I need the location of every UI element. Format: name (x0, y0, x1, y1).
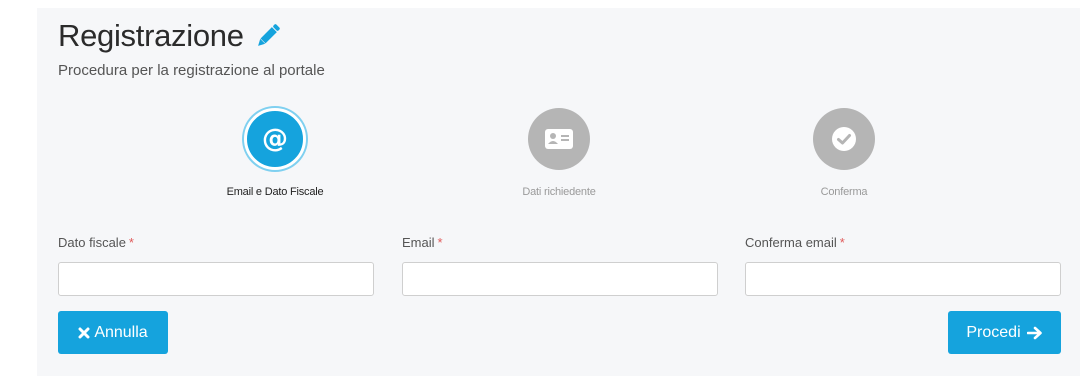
page-subtitle: Procedura per la registrazione al portal… (58, 62, 325, 79)
email-input[interactable] (402, 262, 718, 296)
conferma-email-input[interactable] (745, 262, 1061, 296)
pencil-icon (257, 24, 280, 46)
required-marker: * (437, 235, 443, 250)
conferma-email-label: Conferma email * (745, 235, 845, 250)
cancel-button[interactable]: Annulla (58, 311, 168, 354)
step-label: Dati richiedente (522, 186, 596, 198)
dato-fiscale-label: Dato fiscale * (58, 235, 134, 250)
step-label: Email e Dato Fiscale (226, 186, 324, 198)
step-circle-inactive (528, 108, 590, 170)
page-title: Registrazione (58, 18, 244, 53)
step-dati-richiedente: Dati richiedente (449, 108, 669, 198)
close-icon (78, 327, 90, 338)
cancel-button-label: Annulla (94, 323, 148, 341)
check-icon (832, 127, 856, 151)
step-conferma: Conferma (734, 108, 954, 198)
step-label: Conferma (820, 186, 868, 198)
field-label-text: Dato fiscale (58, 235, 126, 250)
step-circle-inactive (813, 108, 875, 170)
at-icon: @ (262, 124, 288, 154)
arrow-right-icon (1026, 326, 1042, 339)
required-marker: * (839, 235, 845, 250)
required-marker: * (128, 235, 134, 250)
dato-fiscale-input[interactable] (58, 262, 374, 296)
field-label-text: Conferma email (745, 235, 837, 250)
header: Registrazione (58, 18, 284, 54)
step-circle-active: @ (244, 108, 306, 170)
email-label: Email * (402, 235, 443, 250)
id-card-icon (545, 129, 573, 149)
proceed-button-label: Procedi (966, 323, 1021, 341)
step-email-dato-fiscale: @ Email e Dato Fiscale (165, 108, 385, 198)
field-label-text: Email (402, 235, 435, 250)
proceed-button[interactable]: Procedi (948, 311, 1061, 354)
